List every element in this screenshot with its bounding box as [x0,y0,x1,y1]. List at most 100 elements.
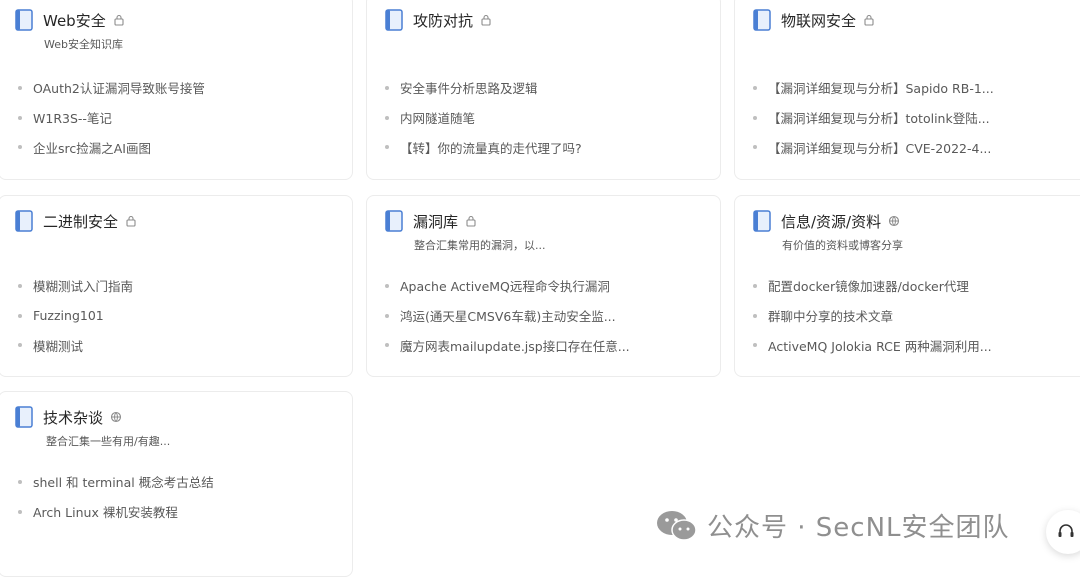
book-card-info-resources[interactable]: 信息/资源/资料 有价值的资料或博客分享 配置docker镜像加速器/docke… [734,195,1080,377]
bullet-icon [385,343,389,348]
doc-item[interactable]: 魔方网表mailupdate.jsp接口存在任意... [385,330,630,360]
doc-item[interactable]: shell 和 terminal 概念考古总结 [18,467,214,497]
doc-title: 模糊测试入门指南 [33,279,134,295]
doc-item[interactable]: 模糊测试 [18,330,133,360]
book-card-header: 二进制安全 [15,210,137,232]
doc-title: 配置docker镜像加速器/docker代理 [768,279,969,295]
doc-title: shell 和 terminal 概念考古总结 [33,475,214,491]
bullet-icon [385,313,389,318]
doc-item[interactable]: Apache ActiveMQ远程命令执行漏洞 [385,271,630,301]
book-title[interactable]: Web安全 [43,10,106,31]
wechat-icon [657,510,697,541]
doc-title: 安全事件分析思路及逻辑 [400,81,538,97]
book-icon [753,9,771,31]
book-card-attack-defense[interactable]: 攻防对抗 安全事件分析思路及逻辑 内网隧道随笔 【转】你的流量真的走代理了吗? [366,0,721,180]
book-icon [753,210,771,232]
bullet-icon [18,115,22,120]
bullet-icon [18,509,22,514]
lock-icon [114,14,124,26]
doc-title: ActiveMQ Jolokia RCE 两种漏洞利用... [768,338,992,354]
book-icon [385,210,403,232]
doc-title: 【漏洞详细复现与分析】totolink登陆... [768,111,990,127]
wechat-watermark: 公众号 · SecNL安全团队 [655,507,1010,544]
book-description: Web安全知识库 [44,38,123,51]
bullet-icon [18,479,22,484]
doc-item[interactable]: ActiveMQ Jolokia RCE 两种漏洞利用... [753,330,992,360]
doc-list: OAuth2认证漏洞导致账号接管 W1R3S--笔记 企业src捡漏之AI画图 [18,73,205,162]
book-title[interactable]: 攻防对抗 [413,10,473,31]
globe-icon [889,215,900,227]
lock-icon [864,14,874,26]
doc-item[interactable]: 企业src捡漏之AI画图 [18,132,205,162]
bullet-icon [385,85,389,90]
globe-icon [110,411,122,423]
doc-title: W1R3S--笔记 [33,111,112,127]
doc-title: 【漏洞详细复现与分析】CVE-2022-4... [768,140,992,156]
bullet-icon [385,145,389,150]
book-description: 整合汇集一些有用/有趣... [46,435,171,448]
doc-item[interactable]: 【漏洞详细复现与分析】Sapido RB-1... [753,73,994,103]
book-title[interactable]: 物联网安全 [781,10,856,31]
doc-list: 配置docker镜像加速器/docker代理 群聊中分享的技术文章 Active… [753,271,992,360]
book-title[interactable]: 二进制安全 [43,211,118,232]
book-card-tech-talk[interactable]: 技术杂谈 整合汇集一些有用/有趣... shell 和 terminal 概念考… [0,391,353,577]
doc-title: OAuth2认证漏洞导致账号接管 [33,81,205,97]
floating-help-button[interactable] [1046,510,1080,554]
bullet-icon [385,115,389,120]
doc-item[interactable]: Arch Linux 裸机安装教程 [18,497,214,527]
book-icon [15,9,33,31]
doc-item[interactable]: 模糊测试入门指南 [18,271,133,301]
doc-list: 安全事件分析思路及逻辑 内网隧道随笔 【转】你的流量真的走代理了吗? [385,73,582,162]
doc-title: Arch Linux 裸机安装教程 [33,505,178,521]
doc-list: 【漏洞详细复现与分析】Sapido RB-1... 【漏洞详细复现与分析】tot… [753,73,994,162]
book-title[interactable]: 技术杂谈 [43,407,103,428]
bullet-icon [753,343,757,348]
doc-item[interactable]: 【漏洞详细复现与分析】CVE-2022-4... [753,132,994,162]
bullet-icon [18,283,22,288]
watermark-text: 公众号 · SecNL安全团队 [707,513,1010,543]
bullet-icon [753,115,757,120]
doc-item[interactable]: W1R3S--笔记 [18,103,205,133]
doc-list: 模糊测试入门指南 Fuzzing101 模糊测试 [18,271,133,360]
book-icon [15,210,33,232]
book-card-header: 信息/资源/资料 [753,210,900,232]
doc-item[interactable]: 鸿运(通天星CMSV6车载)主动安全监... [385,301,630,331]
doc-item[interactable]: 【漏洞详细复现与分析】totolink登陆... [753,103,994,133]
doc-item[interactable]: 【转】你的流量真的走代理了吗? [385,132,582,162]
bullet-icon [753,145,757,150]
lock-icon [466,215,476,227]
bullet-icon [18,313,22,318]
doc-title: 【转】你的流量真的走代理了吗? [400,140,582,156]
doc-item[interactable]: 群聊中分享的技术文章 [753,301,992,331]
bullet-icon [753,313,757,318]
doc-title: 企业src捡漏之AI画图 [33,140,151,156]
book-icon [385,9,403,31]
doc-item[interactable]: 安全事件分析思路及逻辑 [385,73,582,103]
bullet-icon [753,85,757,90]
bullet-icon [18,85,22,90]
book-card-vuln-library[interactable]: 漏洞库 整合汇集常用的漏洞，以... Apache ActiveMQ远程命令执行… [366,195,721,377]
headset-icon [1058,524,1074,537]
doc-title: 魔方网表mailupdate.jsp接口存在任意... [400,338,630,354]
lock-icon [481,14,491,26]
doc-item[interactable]: 配置docker镜像加速器/docker代理 [753,271,992,301]
doc-title: 鸿运(通天星CMSV6车载)主动安全监... [400,309,616,325]
doc-item[interactable]: Fuzzing101 [18,301,133,331]
book-card-header: 物联网安全 [753,9,875,31]
book-card-binary-security[interactable]: 二进制安全 模糊测试入门指南 Fuzzing101 模糊测试 [0,195,353,377]
doc-title: 【漏洞详细复现与分析】Sapido RB-1... [768,81,994,97]
doc-title: 群聊中分享的技术文章 [768,309,894,325]
book-title[interactable]: 信息/资源/资料 [781,211,881,232]
doc-title: Fuzzing101 [33,308,104,324]
book-card-header: Web安全 [15,9,125,31]
bullet-icon [385,283,389,288]
doc-item[interactable]: OAuth2认证漏洞导致账号接管 [18,73,205,103]
bullet-icon [18,145,22,150]
book-title[interactable]: 漏洞库 [413,211,458,232]
doc-title: 内网隧道随笔 [400,111,476,127]
book-card-web-security[interactable]: Web安全 Web安全知识库 OAuth2认证漏洞导致账号接管 W1R3S--笔… [0,0,353,180]
doc-title: Apache ActiveMQ远程命令执行漏洞 [400,279,610,295]
book-card-iot-security[interactable]: 物联网安全 【漏洞详细复现与分析】Sapido RB-1... 【漏洞详细复现与… [734,0,1080,180]
book-card-header: 攻防对抗 [385,9,492,31]
doc-item[interactable]: 内网隧道随笔 [385,103,582,133]
